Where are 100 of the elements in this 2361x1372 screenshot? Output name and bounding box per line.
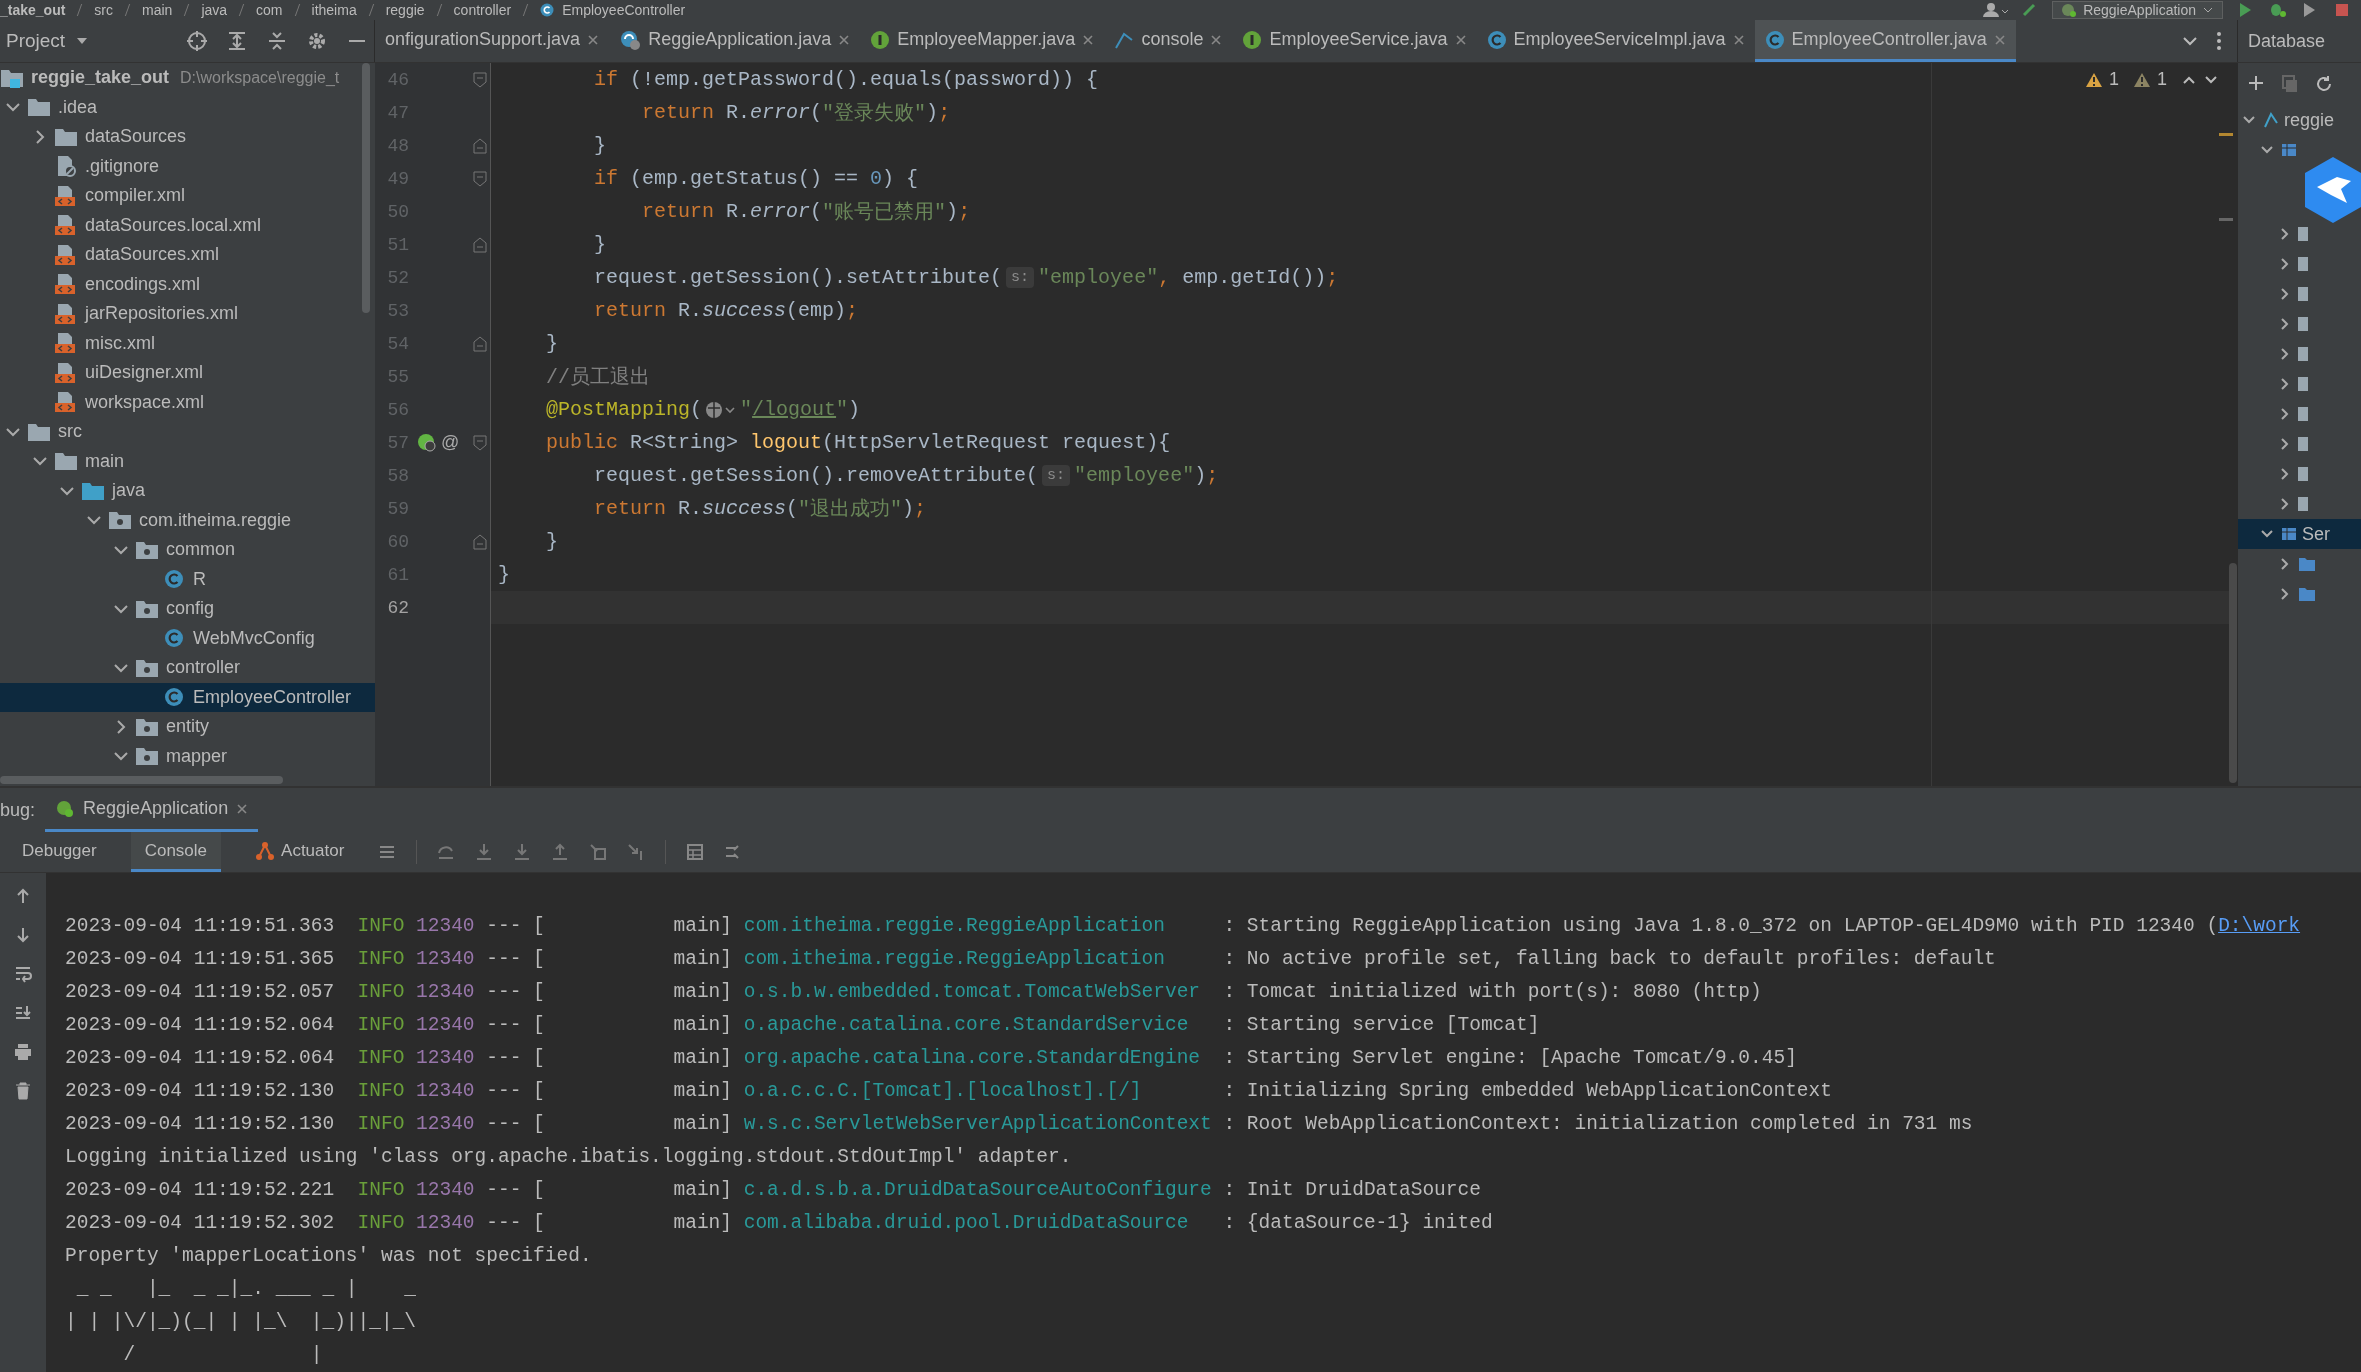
breadcrumb-item[interactable]: main — [142, 2, 173, 18]
editor-tab[interactable]: EmployeeService.java — [1232, 20, 1477, 62]
scroll-to-end-icon[interactable] — [14, 1004, 32, 1022]
wrap-icon[interactable] — [14, 965, 32, 983]
tree-item[interactable]: compiler.xml — [0, 181, 375, 211]
print-icon[interactable] — [14, 1043, 32, 1061]
bean-icon[interactable] — [417, 432, 437, 453]
drop-frame-icon[interactable] — [589, 843, 608, 861]
tree-item[interactable]: .gitignore — [0, 151, 375, 181]
tree-item[interactable]: dataSources — [0, 122, 375, 152]
schema-icon — [2280, 525, 2298, 543]
code-line: } — [545, 332, 558, 355]
tree-item[interactable]: entity — [0, 712, 375, 742]
tree-item[interactable]: main — [0, 446, 375, 476]
tree-item[interactable]: common — [0, 535, 375, 565]
menu-icon[interactable] — [378, 843, 397, 861]
breadcrumb-item[interactable]: _take_out — [0, 2, 66, 18]
code-line: return R.error("登录失败"); — [641, 100, 951, 126]
trash-icon[interactable] — [14, 1082, 32, 1100]
close-icon[interactable] — [1993, 33, 2006, 46]
interface-icon — [870, 29, 891, 50]
editor-tab[interactable]: console — [1104, 20, 1233, 62]
breadcrumb-item[interactable]: itheima — [311, 2, 357, 18]
step-into-icon[interactable] — [475, 843, 494, 861]
scrollbar[interactable] — [0, 775, 283, 784]
close-icon[interactable] — [1454, 33, 1467, 46]
editor-tab[interactable]: EmployeeController.java — [1754, 20, 2016, 62]
editor-tab[interactable]: ReggieApplication.java — [609, 20, 861, 62]
tree-item[interactable]: jarRepositories.xml — [0, 299, 375, 329]
close-icon[interactable] — [838, 33, 851, 46]
folder-icon — [2298, 585, 2316, 603]
interface-icon — [1242, 29, 1263, 50]
tree-item[interactable]: mapper — [0, 741, 375, 771]
project-view-dropdown[interactable]: Project — [0, 30, 90, 52]
database-tree-item[interactable]: reggie — [2238, 105, 2361, 135]
tree-item[interactable]: workspace.xml — [0, 387, 375, 417]
evaluate-icon[interactable] — [686, 843, 705, 861]
fold-icon[interactable] — [473, 236, 487, 253]
line-number: 62 — [386, 597, 409, 618]
fold-icon[interactable] — [473, 434, 487, 451]
debug-tab[interactable]: Actuator — [241, 832, 359, 872]
settings-icon[interactable] — [306, 30, 328, 52]
run-icon[interactable] — [2237, 3, 2253, 17]
editor-tab[interactable]: EmployeeServiceImpl.java — [1476, 20, 1755, 62]
step-out-icon[interactable] — [551, 843, 570, 861]
logo-icon[interactable] — [2305, 157, 2361, 223]
fold-icon[interactable] — [473, 335, 487, 352]
tree-item[interactable]: R — [0, 564, 375, 594]
gutter-marker[interactable]: @ — [441, 432, 460, 453]
scrollbar[interactable] — [362, 63, 370, 313]
tree-item[interactable]: uiDesigner.xml — [0, 358, 375, 388]
refresh-icon[interactable] — [2314, 74, 2334, 94]
editor-tab[interactable]: onfigurationSupport.java — [375, 20, 610, 62]
down-icon[interactable] — [14, 926, 32, 944]
force-step-into-icon[interactable] — [513, 843, 532, 861]
locate-icon[interactable] — [186, 30, 208, 52]
breadcrumb-item[interactable]: EmployeeController — [562, 2, 686, 18]
fold-icon[interactable] — [473, 71, 487, 88]
fold-icon[interactable] — [473, 533, 487, 550]
breadcrumb-item[interactable]: reggie — [385, 2, 425, 18]
tree-item[interactable]: encodings.xml — [0, 269, 375, 299]
tree-item[interactable]: reggie_take_out D:\workspace\reggie_t — [0, 63, 375, 93]
weak-warning-icon[interactable] — [2133, 71, 2151, 88]
close-icon[interactable] — [1082, 33, 1095, 46]
tree-item[interactable]: WebMvcConfig — [0, 623, 375, 653]
code-line: public R<String> logout(HttpServletRequest request){ — [545, 431, 1171, 454]
database-tree-item[interactable]: Ser — [2238, 519, 2361, 549]
breadcrumb-item[interactable]: com — [256, 2, 283, 18]
editor-tab[interactable]: EmployeeMapper.java — [860, 20, 1105, 62]
close-icon[interactable] — [1210, 33, 1223, 46]
debug-tab[interactable]: Debugger — [8, 832, 111, 872]
close-icon[interactable] — [236, 802, 249, 815]
more-icon[interactable] — [2215, 31, 2223, 51]
warning-icon[interactable] — [2084, 71, 2103, 88]
breadcrumb-item[interactable]: src — [94, 2, 114, 18]
table-icon — [2298, 435, 2308, 453]
close-icon[interactable] — [587, 33, 600, 46]
run-configuration-dropdown[interactable]: ReggieApplication — [2052, 1, 2223, 19]
breadcrumb-item[interactable]: controller — [453, 2, 512, 18]
tree-item[interactable]: EmployeeController — [0, 682, 375, 712]
tree-item[interactable]: controller — [0, 653, 375, 683]
fold-icon[interactable] — [473, 137, 487, 154]
step-over-icon[interactable] — [437, 843, 456, 861]
tree-item[interactable]: com.itheima.reggie — [0, 505, 375, 535]
fold-icon[interactable] — [473, 170, 487, 187]
tree-item[interactable]: dataSources.local.xml — [0, 210, 375, 240]
expand-all-icon[interactable] — [226, 30, 248, 52]
scrollbar[interactable] — [2229, 563, 2237, 783]
collapse-all-icon[interactable] — [266, 30, 288, 52]
tree-item[interactable]: dataSources.xml — [0, 240, 375, 270]
tree-item[interactable]: src — [0, 417, 375, 447]
debug-tab[interactable]: Console — [130, 832, 222, 872]
tree-item[interactable]: config — [0, 594, 375, 624]
tree-item[interactable]: java — [0, 476, 375, 506]
user-icon[interactable] — [1982, 3, 2009, 17]
tree-item[interactable]: .idea — [0, 92, 375, 122]
breadcrumb-item[interactable]: java — [201, 2, 228, 18]
close-icon[interactable] — [1732, 33, 1745, 46]
tree-item[interactable]: misc.xml — [0, 328, 375, 358]
stop-icon[interactable] — [2335, 3, 2349, 17]
